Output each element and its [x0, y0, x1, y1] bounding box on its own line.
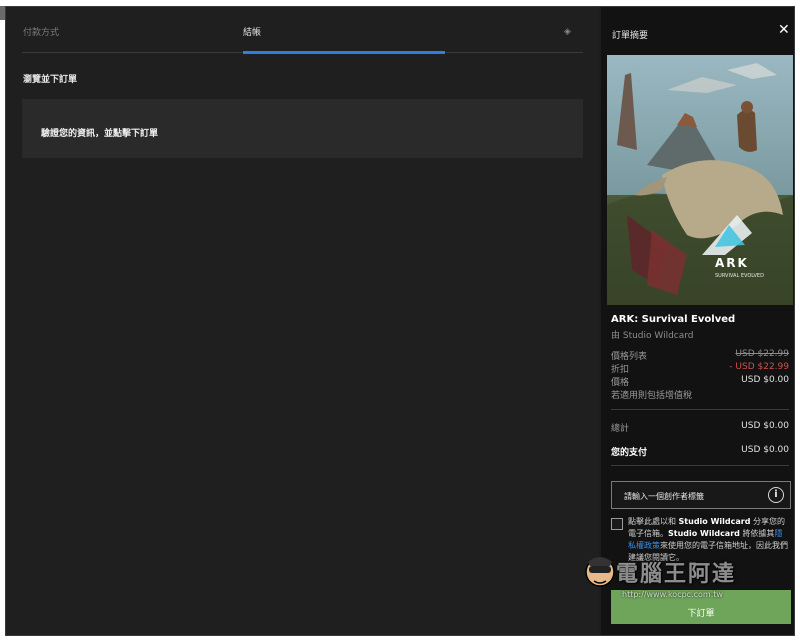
checkout-window: 付款方式 結帳 ◈ 瀏覽並下訂單 驗證您的資訊，並點擊下訂單 訂單摘要 ✕ AR… [5, 6, 795, 636]
ark-cover-art: ARK SURVIVAL EVOLVED [607, 55, 793, 305]
pay-label: 您的支付 [611, 448, 648, 458]
summary-divider [611, 409, 789, 410]
creator-tag-input[interactable]: 請輸入一個創作者標籤 i [611, 481, 791, 509]
price-list-label: 價格列表 [611, 352, 648, 362]
order-summary-sidebar: 訂單摘要 ✕ ARK SURVIVAL EVOLVED ARK: Surviva… [601, 7, 794, 635]
discount-label: 折扣 [611, 365, 630, 375]
product-cover-image: ARK SURVIVAL EVOLVED [607, 55, 793, 305]
close-icon[interactable]: ✕ [778, 23, 792, 37]
discount-value: - USD $22.99 [729, 362, 789, 372]
tab-checkout[interactable]: 結帳 [243, 25, 261, 38]
brand-mark-icon: ◈ [564, 27, 571, 37]
share-email-consent-text: 點擊此處以和 Studio Wildcard 分享您的電子信箱。Studio W… [628, 516, 788, 564]
ark-logo-subtitle: SURVIVAL EVOLVED [715, 273, 764, 279]
verify-info-text: 驗證您的資訊，並點擊下訂單 [41, 129, 159, 139]
ark-logo-text: ARK [715, 256, 749, 270]
price-list-row: 價格列表 USD $22.99 [611, 349, 789, 362]
discount-row: 折扣 - USD $22.99 [611, 362, 789, 375]
share-email-checkbox[interactable] [611, 518, 623, 530]
creator-tag-placeholder: 請輸入一個創作者標籤 [624, 492, 704, 501]
total-value: USD $0.00 [741, 421, 789, 431]
price-row: 價格 USD $0.00 [611, 375, 789, 388]
info-icon[interactable]: i [768, 487, 784, 503]
checkout-tabs: 付款方式 結帳 ◈ [6, 7, 599, 55]
total-label: 總計 [611, 424, 630, 434]
tab-active-indicator [243, 51, 445, 54]
summary-divider-2 [611, 465, 789, 466]
total-row: 總計 USD $0.00 [611, 421, 789, 434]
product-publisher: 由 Studio Wildcard [611, 331, 694, 341]
verify-info-box: 驗證您的資訊，並點擊下訂單 [22, 99, 583, 158]
product-name: ARK: Survival Evolved [611, 314, 736, 325]
pay-row: 您的支付 USD $0.00 [611, 445, 789, 458]
order-summary-title: 訂單摘要 [612, 31, 649, 41]
consent-part-1: 點擊此處以和 [628, 517, 679, 526]
tab-payment[interactable]: 付款方式 [23, 25, 59, 38]
section-title: 瀏覽並下訂單 [23, 75, 78, 85]
checkout-main-panel: 付款方式 結帳 ◈ 瀏覽並下訂單 驗證您的資訊，並點擊下訂單 [6, 7, 599, 635]
pay-value: USD $0.00 [741, 445, 789, 455]
consent-brand-2: Studio Wildcard [668, 529, 740, 538]
price-list-value: USD $22.99 [735, 349, 789, 359]
tax-note: 若適用則包括增值稅 [611, 391, 693, 401]
price-label: 價格 [611, 378, 630, 388]
price-value: USD $0.00 [741, 375, 789, 385]
consent-brand-1: Studio Wildcard [678, 517, 751, 526]
place-order-button[interactable]: 下訂單 [611, 590, 791, 624]
consent-part-3: 將依據其 [739, 529, 775, 538]
tax-note-row: 若適用則包括增值稅 [611, 388, 789, 401]
